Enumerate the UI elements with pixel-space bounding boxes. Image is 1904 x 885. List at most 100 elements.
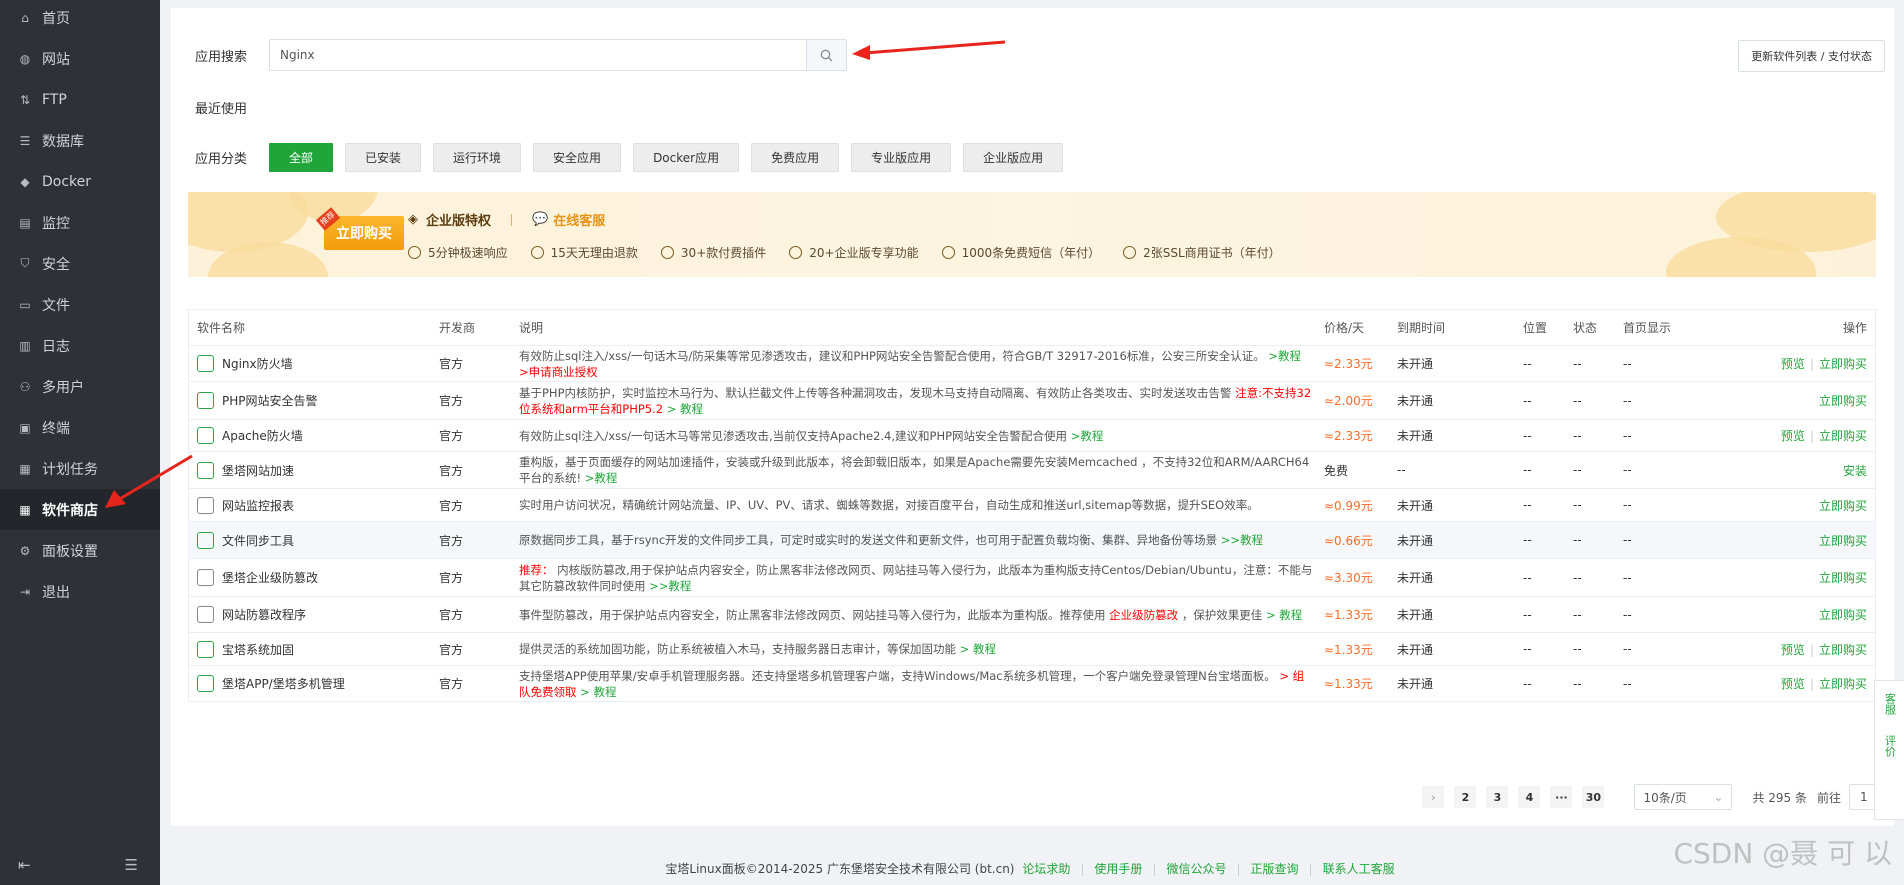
sidebar-item-3[interactable]: ☰ 数据库 (0, 120, 160, 161)
customer-service-button[interactable]: 客服 (1882, 693, 1898, 715)
feature-label: 15天无理由退款 (550, 246, 638, 260)
page-button[interactable]: 4 (1518, 786, 1541, 808)
app-price: ≈1.33元 (1324, 608, 1373, 622)
app-position: -- (1523, 533, 1532, 547)
buy-button[interactable]: 立即购买 (1819, 429, 1867, 443)
page-button[interactable]: 30 (1582, 786, 1605, 808)
table-row[interactable]: Nginx防火墙 官方 有效防止sql注入/xss/一句话木马/防采集等常见渗透攻击… (189, 346, 1875, 382)
footer-link[interactable]: 联系人工客服 (1323, 862, 1395, 876)
apps-icon: ▦ (19, 502, 31, 517)
table-row[interactable]: 宝塔系统加固 官方 提供灵活的系统加固功能，防止系统被植入木马，支持服务器日志审计，… (189, 633, 1875, 666)
table-row[interactable]: 堡塔网站加速 官方 重构版，基于页面缓存的网站加速插件，安装或升级到此版本，将会卸载… (189, 452, 1875, 489)
update-software-button[interactable]: 更新软件列表 / 支付状态 (1738, 40, 1885, 72)
app-price: ≈3.30元 (1324, 571, 1373, 585)
collapse-icon[interactable]: ⇤ (18, 856, 31, 874)
category-tab[interactable]: Docker应用 (633, 143, 740, 172)
sidebar-item-14[interactable]: ⇥ 退出 (0, 571, 160, 612)
search-button[interactable] (806, 40, 846, 70)
preview-button[interactable]: 预览 (1781, 357, 1805, 371)
menu-icon[interactable]: ☰ (125, 856, 138, 874)
preview-button[interactable]: 预览 (1781, 643, 1805, 657)
feature-list: 5分钟极速响应 15天无理由退款 30+款付费插件 20+企业版专享功能 1000条免费… (408, 244, 1304, 261)
page-button[interactable]: ··· (1550, 786, 1573, 808)
page-button[interactable]: 1 (1422, 786, 1445, 808)
app-name: Apache防火墙 (222, 429, 303, 443)
sidebar-item-5[interactable]: ▤ 监控 (0, 202, 160, 243)
table-row[interactable]: 堡塔APP/堡塔多机管理 官方 支持堡塔APP使用苹果/安卓手机管理服务器。还支持堡… (189, 666, 1875, 702)
table-row[interactable]: 文件同步工具 官方 原数据同步工具，基于rsync开发的文件同步工具，可定时或实时的… (189, 522, 1875, 559)
app-description: 实时用户访问状况，精确统计网站流量、IP、UV、PV、请求、蜘蛛等数据，对接百度… (519, 497, 1324, 513)
category-tab[interactable]: 运行环境 (433, 143, 522, 172)
sidebar-item-10[interactable]: ▣ 终端 (0, 407, 160, 448)
desc-highlight-link[interactable]: 企业级防篡改 (1109, 608, 1178, 622)
tutorial-link[interactable]: >教程 (1071, 429, 1104, 443)
category-tab[interactable]: 安全应用 (533, 143, 622, 172)
page-button[interactable]: 3 (1486, 786, 1509, 808)
sidebar-item-12[interactable]: ▦ 软件商店 (0, 489, 160, 530)
license-link[interactable]: >申请商业授权 (519, 365, 598, 379)
sidebar-item-4[interactable]: ◆ Docker (0, 161, 160, 202)
sidebar-item-6[interactable]: ⛉ 安全 (0, 243, 160, 284)
footer-link[interactable]: 正版查询 (1251, 862, 1299, 876)
app-developer: 官方 (439, 571, 464, 585)
preview-button[interactable]: 预览 (1781, 677, 1805, 691)
page-button[interactable]: 2 (1454, 786, 1477, 808)
app-icon (197, 569, 214, 586)
app-name-cell: 文件同步工具 (189, 531, 439, 549)
tutorial-link[interactable]: >教程 (585, 471, 618, 485)
buy-button[interactable]: 立即购买 (1819, 534, 1867, 548)
tutorial-link[interactable]: > 教程 (1266, 608, 1302, 622)
page-size-select[interactable]: 10条/页 ⌄ (1634, 784, 1733, 810)
sidebar-item-11[interactable]: ▦ 计划任务 (0, 448, 160, 489)
category-tab[interactable]: 专业版应用 (851, 143, 952, 172)
sidebar-item-8[interactable]: ▥ 日志 (0, 325, 160, 366)
online-service-link[interactable]: 在线客服 (553, 210, 605, 229)
table-row[interactable]: 网站防篡改程序 官方 事件型防篡改，用于保护站点内容安全，防止黑客非法修改网页、网站… (189, 597, 1875, 633)
app-icon (197, 606, 214, 623)
buy-button[interactable]: 立即购买 (1819, 677, 1867, 691)
tutorial-link[interactable]: > 教程 (667, 402, 703, 416)
app-description: 事件型防篡改，用于保护站点内容安全，防止黑客非法修改网页、网站挂马等入侵行为，此… (519, 607, 1324, 623)
app-icon (197, 531, 214, 549)
table-row[interactable]: 网站监控报表 官方 实时用户访问状况，精确统计网站流量、IP、UV、PV、请求、蜘蛛… (189, 489, 1875, 522)
buy-button[interactable]: 立即购买 (1819, 608, 1867, 622)
preview-button[interactable]: 预览 (1781, 429, 1805, 443)
tutorial-link[interactable]: >>教程 (1221, 533, 1263, 547)
app-actions: 立即购买 (1713, 532, 1875, 549)
table-row[interactable]: Apache防火墙 官方 有效防止sql注入/xss/一句话木马等常见渗透攻击,当前… (189, 420, 1875, 452)
tutorial-link[interactable]: >教程 (1268, 349, 1301, 363)
app-name: 宝塔系统加固 (222, 642, 295, 657)
category-tab[interactable]: 免费应用 (751, 143, 840, 172)
category-tab[interactable]: 企业版应用 (963, 143, 1064, 172)
tutorial-link[interactable]: >>教程 (649, 579, 691, 593)
review-button[interactable]: 评价 (1882, 735, 1898, 757)
app-developer: 官方 (439, 498, 464, 513)
tutorial-link[interactable]: > 教程 (580, 685, 616, 699)
app-expire: 未开通 (1397, 498, 1434, 513)
docker-icon: ◆ (20, 174, 30, 189)
table-row[interactable]: 堡塔企业级防篡改 官方 推荐： 内核版防篡改,用于保护站点内容安全，防止黑客非法修改… (189, 559, 1875, 597)
sidebar-item-0[interactable]: ⌂ 首页 (0, 0, 160, 38)
buy-button[interactable]: 立即购买 (1819, 394, 1867, 408)
buy-button[interactable]: 立即购买 (1819, 357, 1867, 371)
category-tab[interactable]: 全部 (269, 143, 334, 172)
search-input[interactable] (270, 40, 806, 70)
footer-link[interactable]: 微信公众号 (1166, 862, 1226, 876)
install-button[interactable]: 安装 (1843, 464, 1867, 478)
app-price: ≈2.33元 (1324, 357, 1373, 371)
footer-link[interactable]: 使用手册 (1094, 862, 1142, 876)
tutorial-link[interactable]: > 教程 (960, 642, 996, 656)
buy-button[interactable]: 立即购买 (1819, 499, 1867, 513)
sidebar-item-13[interactable]: ⚙ 面板设置 (0, 530, 160, 571)
buy-button[interactable]: 立即购买 (1819, 643, 1867, 657)
category-tab[interactable]: 已安装 (345, 143, 422, 172)
table-row[interactable]: PHP网站安全告警 官方 基于PHP内核防护，实时监控木马行为、默认拦截文件上传等各… (189, 382, 1875, 420)
sidebar-item-1[interactable]: ◍ 网站 (0, 38, 160, 79)
buy-button[interactable]: 立即购买 (1819, 571, 1867, 585)
calendar-icon: ▦ (19, 461, 31, 476)
app-name: 网站监控报表 (222, 498, 295, 513)
sidebar-item-7[interactable]: ▭ 文件 (0, 284, 160, 325)
sidebar-item-9[interactable]: ⚇ 多用户 (0, 366, 160, 407)
footer-link[interactable]: 论坛求助 (1022, 862, 1070, 876)
sidebar-item-2[interactable]: ⇅ FTP (0, 79, 160, 120)
